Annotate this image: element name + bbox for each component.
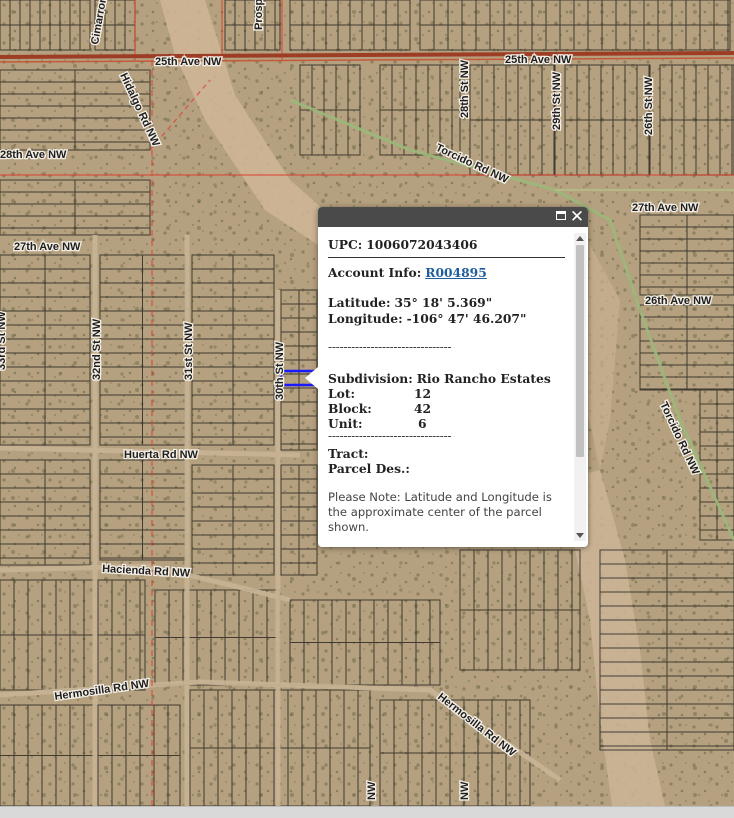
parcel-des-row: Parcel Des.: [328, 461, 410, 476]
road-label: 32nd St NW [91, 318, 103, 380]
scroll-up-icon[interactable] [576, 236, 584, 241]
road-label: 33rd St NW [0, 311, 8, 370]
bottom-status-strip [0, 806, 734, 818]
close-icon[interactable]: ✕ [569, 207, 585, 227]
road-label: 31st St NW [183, 322, 195, 380]
road-label: 25th Ave NW [155, 56, 222, 68]
road-label: NW [459, 781, 471, 800]
lot-label: Lot: [328, 386, 356, 401]
road-label: 29th St NW [551, 71, 563, 130]
separator-2: -------------------------------- [328, 429, 452, 443]
maximize-icon[interactable] [556, 211, 566, 220]
block-row: Block: 42 [328, 401, 528, 416]
road-label: 28th Ave NW [0, 149, 67, 161]
road-label: 26th Ave NW [645, 295, 712, 307]
subdivision-label: Subdivision: [328, 371, 413, 386]
road-label: NW [366, 781, 378, 800]
popup-pointer [305, 367, 318, 389]
scroll-down-icon[interactable] [576, 533, 584, 538]
road-label: 25th Ave NW [505, 54, 572, 66]
road-label: 27th Ave NW [632, 202, 699, 214]
road-label: Prospect [253, 0, 265, 30]
account-label: Account Info: [328, 265, 422, 280]
upc-row: UPC: 1006072043406 [328, 237, 477, 252]
subdivision-row: Subdivision: Rio Rancho Estates [328, 371, 551, 386]
aerial-parcel-map[interactable]: Prospect Cimarron Ct NW 25th Ave NW 25th Av… [0, 0, 734, 806]
tract-row: Tract: [328, 446, 368, 461]
upc-label: UPC: [328, 237, 363, 252]
longitude-value: -106° 47' 46.207" [406, 311, 527, 326]
parcel-des-label: Parcel Des.: [328, 461, 410, 476]
road-label: 28th St NW [459, 59, 471, 118]
scroll-thumb[interactable] [576, 245, 584, 457]
account-row: Account Info: R004895 [328, 265, 487, 280]
block-value: 42 [414, 401, 432, 416]
road-label: 30th St NW [274, 341, 286, 400]
road-label: 27th Ave NW [14, 241, 81, 253]
longitude-label: Longitude: [328, 311, 403, 326]
popup-titlebar[interactable]: ✕ [318, 207, 588, 227]
latitude-row: Latitude: 35° 18' 5.369" [328, 295, 492, 310]
popup-scrollbar[interactable] [574, 233, 586, 541]
latitude-label: Latitude: [328, 295, 391, 310]
popup-content[interactable]: UPC: 1006072043406 Account Info: R004895… [328, 237, 568, 539]
subdivision-value: Rio Rancho Estates [416, 371, 551, 386]
upc-value: 1006072043406 [366, 237, 478, 252]
lot-row: Lot: 12 [328, 386, 528, 401]
separator-1: -------------------------------- [328, 340, 452, 354]
block-label: Block: [328, 401, 372, 416]
location-note: Please Note: Latitude and Longitude is t… [328, 490, 552, 534]
lot-value: 12 [414, 386, 432, 401]
road-label: 26th St NW [643, 76, 655, 135]
longitude-row: Longitude: -106° 47' 46.207" [328, 311, 526, 326]
parcel-info-popup: ✕ UPC: 1006072043406 Account Info: R0048… [305, 207, 588, 547]
upc-divider [328, 257, 565, 258]
tract-label: Tract: [328, 446, 369, 461]
road-label: Huerta Rd NW [124, 449, 199, 461]
latitude-value: 35° 18' 5.369" [394, 295, 493, 310]
account-link[interactable]: R004895 [425, 265, 487, 280]
